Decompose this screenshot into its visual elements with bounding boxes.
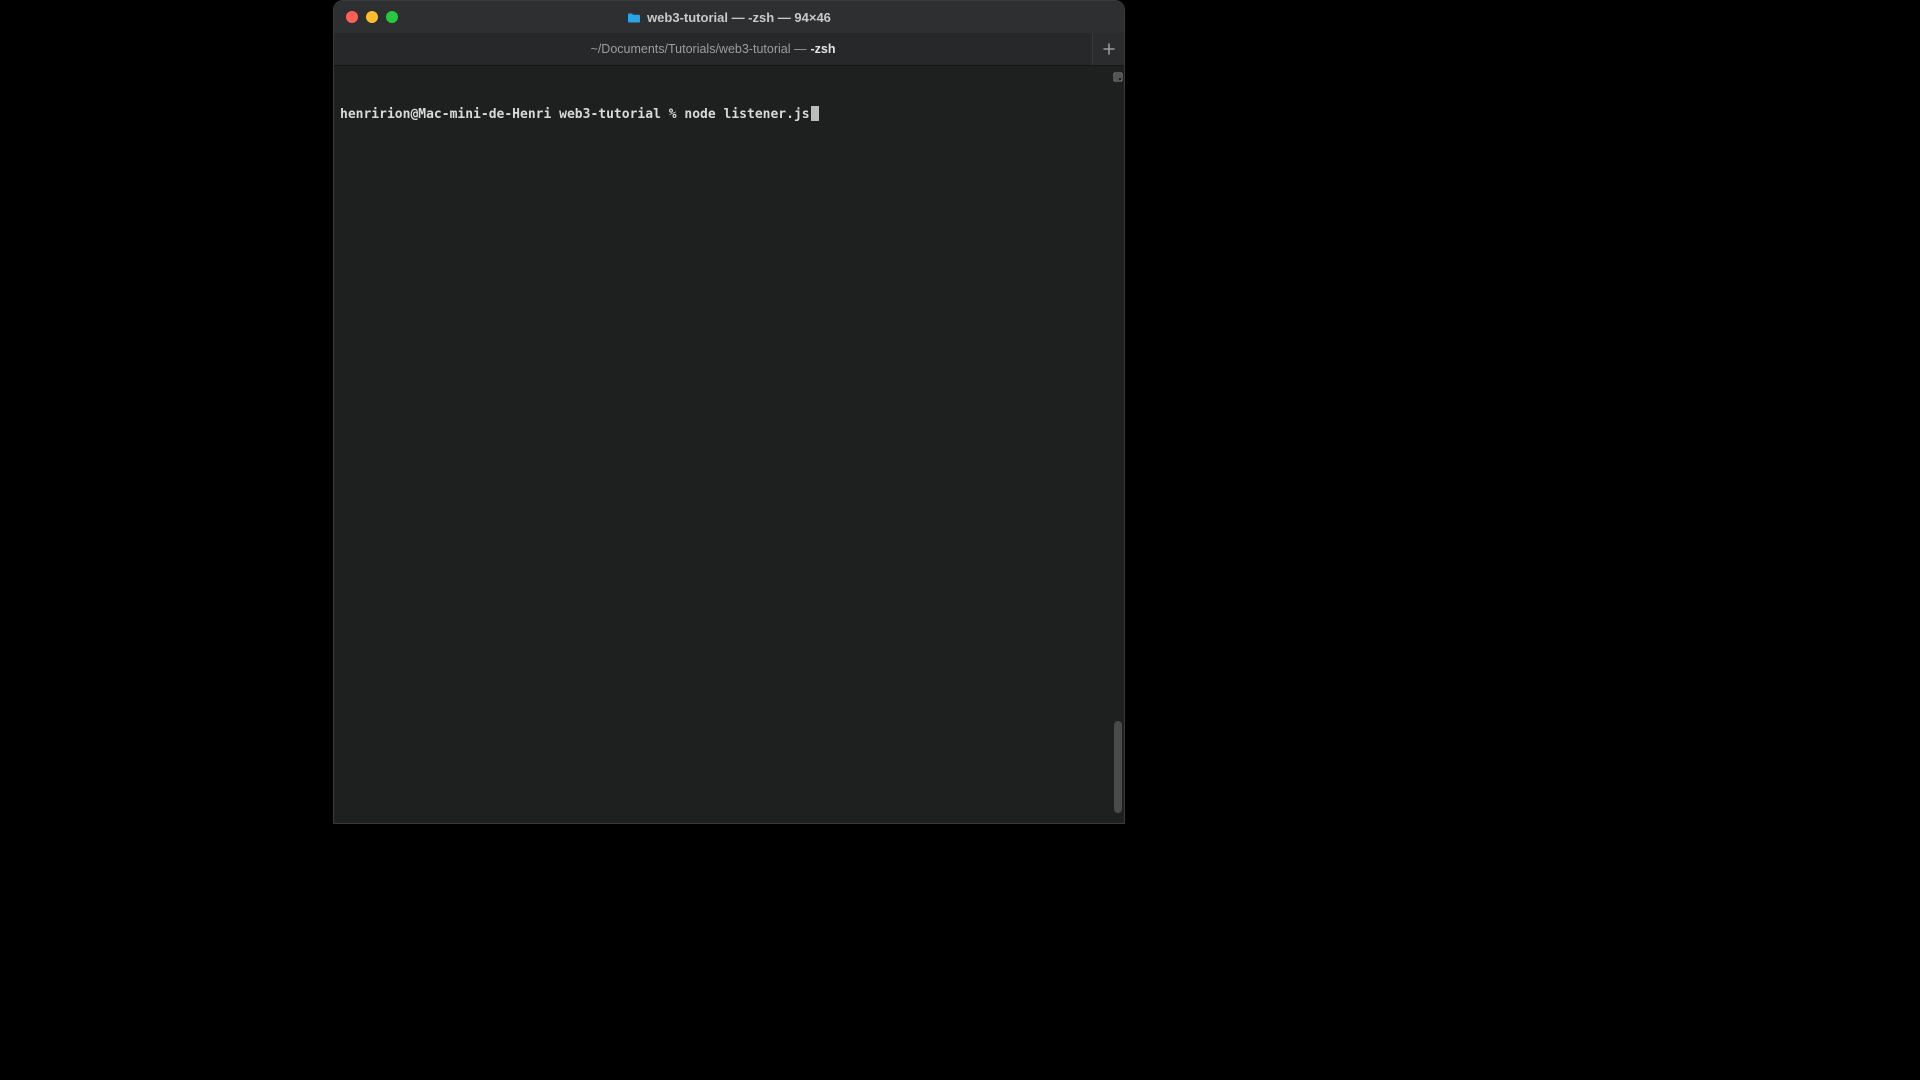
traffic-lights <box>334 11 398 23</box>
new-tab-button[interactable] <box>1092 33 1124 65</box>
plus-icon <box>1103 43 1115 55</box>
minimize-icon[interactable] <box>366 11 378 23</box>
tab-path: ~/Documents/Tutorials/web3-tutorial — <box>591 42 807 56</box>
cursor <box>811 106 819 121</box>
scrollbar[interactable] <box>1110 66 1124 823</box>
zoom-icon[interactable] <box>386 11 398 23</box>
tab-shell: -zsh <box>810 42 835 56</box>
scrollbar-thumb[interactable] <box>1114 721 1122 813</box>
tab-active[interactable]: ~/Documents/Tutorials/web3-tutorial — -z… <box>334 33 1092 65</box>
scrollbar-track[interactable] <box>1112 66 1122 823</box>
terminal-body[interactable]: henririon@Mac-mini-de-Henri web3-tutoria… <box>334 66 1124 823</box>
tabbar: ~/Documents/Tutorials/web3-tutorial — -z… <box>334 33 1124 66</box>
titlebar[interactable]: web3-tutorial — -zsh — 94×46 <box>334 1 1124 33</box>
window-title: web3-tutorial — -zsh — 94×46 <box>334 10 1124 25</box>
folder-icon <box>627 12 641 23</box>
window-title-text: web3-tutorial — -zsh — 94×46 <box>647 10 831 25</box>
terminal-window: web3-tutorial — -zsh — 94×46 ~/Documents… <box>333 0 1125 824</box>
prompt-line: henririon@Mac-mini-de-Henri web3-tutoria… <box>340 106 1116 123</box>
close-icon[interactable] <box>346 11 358 23</box>
command-text: node listener.js <box>684 106 809 123</box>
prompt-text: henririon@Mac-mini-de-Henri web3-tutoria… <box>340 106 684 123</box>
